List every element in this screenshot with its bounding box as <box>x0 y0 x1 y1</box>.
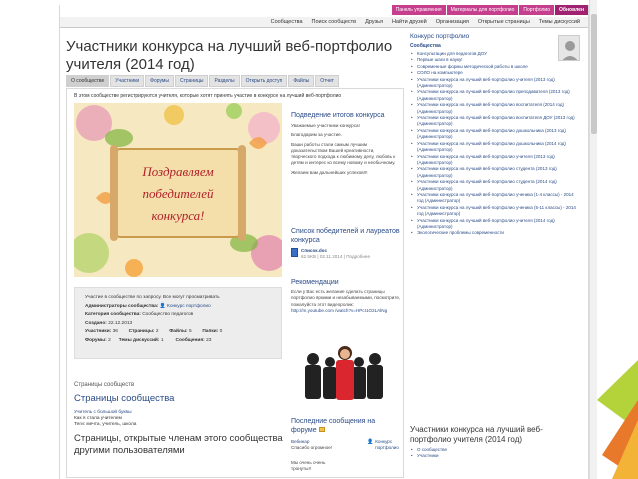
info-stats-2: Форумы: 2 Темы дискуссий: 1 Сообщения: 2… <box>85 337 212 343</box>
tab-sections[interactable]: Разделы <box>209 75 240 87</box>
info-access: Участие в сообществе по запросу. Все мог… <box>85 295 220 300</box>
scrollbar-thumb[interactable] <box>591 14 597 134</box>
results-p2: Благодарим за участие. <box>291 132 342 138</box>
open-pages-title: Страницы, открытые членам этого сообщест… <box>74 433 283 456</box>
nav-organization[interactable]: Организация <box>436 19 469 25</box>
recommendations-link[interactable]: http://m.youtube.com /watch?v=HPcI1O2LAl… <box>291 308 401 314</box>
sidebar-item[interactable]: Участники конкурса на лучший веб-портфол… <box>410 115 578 128</box>
sidebar-item[interactable]: Участники конкурса на лучший веб-портфол… <box>410 205 578 218</box>
sidebar-item[interactable]: Участники конкурса на лучший веб-портфол… <box>410 154 578 167</box>
tab-forums[interactable]: Форумы <box>145 75 174 87</box>
community-tabs: О сообществе Участники Форумы Страницы Р… <box>66 75 339 87</box>
forum-post-sub: Спасибо огромное! <box>291 445 333 451</box>
forum-author-icon: 👤 <box>367 439 374 445</box>
card-line-1: Поздравляем <box>141 164 213 179</box>
results-title: Подведение итогов конкурса <box>291 112 385 119</box>
tab-members[interactable]: Участники <box>110 75 145 87</box>
sidebar-title[interactable]: Конкурс портфолио <box>410 33 578 40</box>
forum-title: Последние сообщения на форуме <box>291 418 376 434</box>
recommendations-block: Рекомендации Если у Вас есть желание сде… <box>291 278 401 314</box>
winners-block: Список победителей и лауреатов конкурса … <box>291 227 401 261</box>
info-category: Категория сообщества: Сообщество педагог… <box>85 312 194 318</box>
recommendations-text: Если у Вас есть желание сделать страницы… <box>291 289 401 307</box>
admin-menu: Панель управления Материалы для портфоли… <box>391 5 588 15</box>
admin-link-materials[interactable]: Материалы для портфолио <box>446 5 519 15</box>
slide-decoration <box>597 360 638 479</box>
forum-post-more: Мы очень очень тронуты!! <box>291 459 326 471</box>
sidebar-item[interactable]: Участники конкурса на лучший веб-портфол… <box>410 128 578 141</box>
congratulations-card: Поздравляем победителей конкурса! <box>74 103 282 277</box>
info-admins-link[interactable]: Конкурс портфолио <box>167 304 211 309</box>
sidebar-bottom-block: Участники конкурса на лучший веб-портфол… <box>410 425 578 460</box>
sidebar-item[interactable]: Участники конкурса на лучший веб-портфол… <box>410 89 578 102</box>
tab-files[interactable]: Файлы <box>288 75 315 87</box>
admin-user-icon: 👤 <box>159 303 166 309</box>
info-stats-1: Участники: 36 Страницы: 2 Файлы: 5 Папки… <box>85 329 223 335</box>
nav-communities[interactable]: Сообщества <box>271 19 303 25</box>
nav-discussion-topics[interactable]: Темы дискуссий <box>539 19 580 25</box>
nav-open-pages[interactable]: Открытые страницы <box>478 19 530 25</box>
forum-post: Вебинар Спасибо огромное! 👤 Конкурс порт… <box>291 439 401 452</box>
winners-file[interactable]: Список.doc 62.5KB | 02.11.2014 | Подробн… <box>291 248 401 261</box>
sidebar-bottom-title: Участники конкурса на лучший веб-портфол… <box>410 425 543 444</box>
forum-post-author[interactable]: Конкурс портфолио <box>375 439 401 452</box>
info-admins: Администраторы сообщества: 👤 Конкурс пор… <box>85 303 211 309</box>
sidebar-item[interactable]: Участники конкурса на лучший веб-портфол… <box>410 166 578 179</box>
results-block: Подведение итогов конкурса Уважаемые уча… <box>291 111 401 176</box>
sidebar-item[interactable]: Участники конкурса на лучший веб-портфол… <box>410 218 578 231</box>
community-intro: В этом сообществе регистрируются учителя… <box>74 93 342 99</box>
page-tags: Теги: мечта, учитель, школа <box>74 421 137 427</box>
pages-title: Страницы сообщества <box>74 393 175 404</box>
recommendations-title: Рекомендации <box>291 279 339 286</box>
sidebar-item[interactable]: Участники конкурса на лучший веб-портфол… <box>410 141 578 154</box>
tab-share[interactable]: Открыть доступ <box>240 75 288 87</box>
admin-link-updated[interactable]: Обновлен <box>555 5 588 15</box>
pages-small-title: Страницы сообществ <box>74 382 135 388</box>
sidebar-item[interactable]: Участники конкурса на лучший веб-портфол… <box>410 102 578 115</box>
tab-report[interactable]: Отчет <box>315 75 339 87</box>
admin-link-portfolio[interactable]: Портфолио <box>519 5 555 15</box>
card-line-2: победителей <box>143 186 214 201</box>
doc-file-icon <box>291 248 298 257</box>
sidebar-bottom-item-members[interactable]: Участники <box>410 453 578 460</box>
nav-search-communities[interactable]: Поиск сообществ <box>312 19 357 25</box>
business-people-image <box>295 337 395 407</box>
nav-find-friends[interactable]: Найти друзей <box>392 19 427 25</box>
results-p4: Желаем вам дальнейших успехов!!! <box>291 169 368 175</box>
sidebar-subtitle: Сообщества <box>410 43 441 49</box>
page-scrollbar[interactable] <box>589 0 597 479</box>
browser-page: Панель управления Материалы для портфоли… <box>59 5 589 479</box>
page-title: Участники конкурса на лучший веб-портфол… <box>66 38 393 73</box>
tab-pages[interactable]: Страницы <box>174 75 209 87</box>
rss-icon[interactable] <box>318 427 325 432</box>
community-content: В этом сообществе регистрируются учителя… <box>66 88 404 478</box>
forum-block: Последние сообщения на форуме Вебинар Сп… <box>291 417 401 472</box>
winners-title: Список победителей и лауреатов конкурса <box>291 228 400 244</box>
sidebar-item[interactable]: Участники конкурса на лучший веб-портфол… <box>410 179 578 192</box>
community-info-panel: Участие в сообществе по запросу. Все мог… <box>74 287 282 359</box>
admin-topbar: Панель управления Материалы для портфоли… <box>60 5 588 15</box>
sidebar-item[interactable]: Участники конкурса на лучший веб-портфол… <box>410 77 578 90</box>
nav-friends[interactable]: Друзья <box>365 19 383 25</box>
results-p3: Ваши работы стали самым лучшим доказател… <box>291 141 396 166</box>
pages-section: Страницы сообществ Страницы сообщества У… <box>74 382 284 456</box>
sidebar-item[interactable]: Экологические проблемы современности <box>410 230 578 237</box>
file-meta: 62.5KB | 02.11.2014 | Подробнее <box>301 254 371 260</box>
results-p1: Уважаемые участники конкурса! <box>291 123 360 128</box>
sidebar-item[interactable]: Участники конкурса на лучший веб-портфол… <box>410 192 578 205</box>
sidebar-community-list: Консультации для педагогов ДОУ Первые ша… <box>410 51 578 237</box>
main-navbar: Сообщества Поиск сообществ Друзья Найти … <box>60 17 588 28</box>
card-line-3: конкурса! <box>152 208 205 223</box>
tab-about[interactable]: О сообществе <box>66 75 110 87</box>
congratulations-artwork: Поздравляем победителей конкурса! <box>74 103 282 277</box>
info-created: Создано: 22.12.2013 <box>85 320 133 326</box>
admin-link-dashboard[interactable]: Панель управления <box>391 5 446 15</box>
right-sidebar: Конкурс портфолио Сообщества Консультаци… <box>410 33 578 237</box>
